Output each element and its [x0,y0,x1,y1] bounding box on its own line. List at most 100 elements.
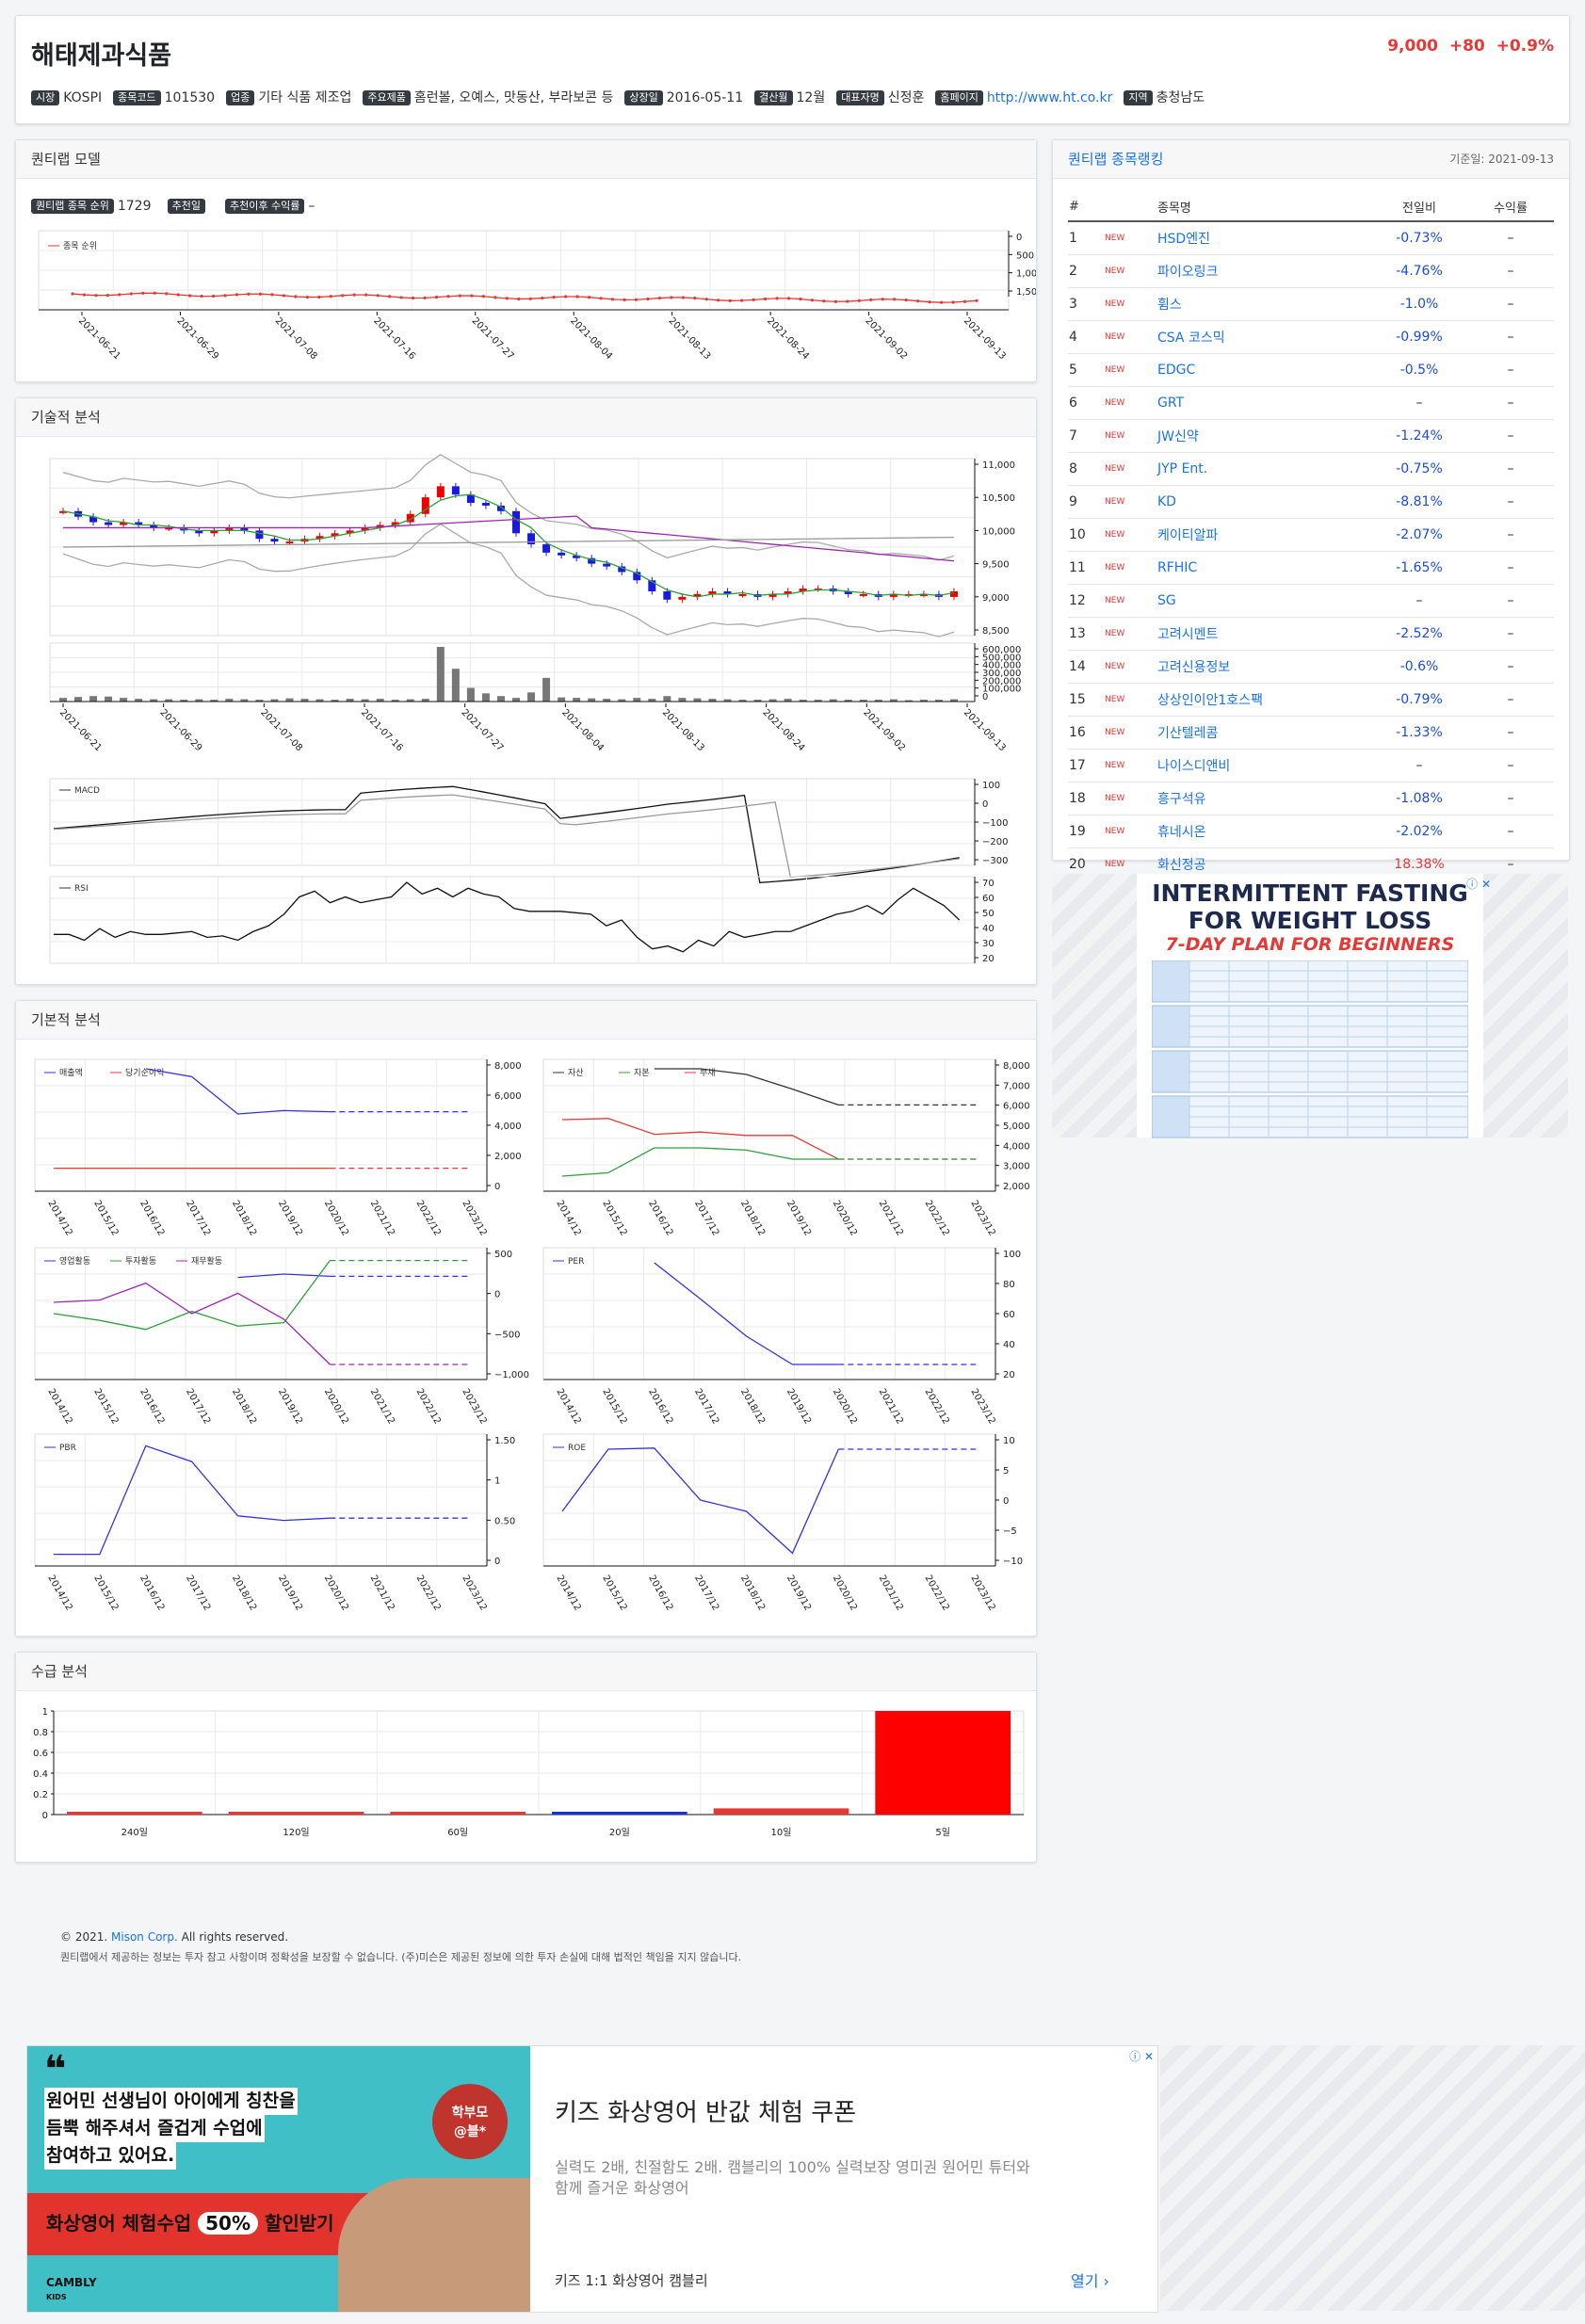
ranking-row[interactable]: 11 NEW RFHIC -1.65% – [1068,551,1554,585]
stock-link[interactable]: 고려시멘트 [1157,627,1218,642]
ad-desc-1: 실력도 2배, 친절함도 2배. 캠블리의 100% 실력보장 영미권 원어민 … [555,2158,1030,2176]
ranking-row[interactable]: 7 NEW JW신약 -1.24% – [1068,419,1554,453]
change-value: -8.81% [1371,485,1467,519]
ranking-row[interactable]: 16 NEW 기산텔레콤 -1.33% – [1068,716,1554,750]
rank-point [833,299,837,303]
rank-point [82,293,87,297]
stock-link[interactable]: 고려신용정보 [1157,660,1230,675]
stock-link[interactable]: EDGC [1157,363,1195,378]
change-value: -4.76% [1371,254,1467,288]
rank-line [72,292,978,303]
rank-point [305,295,309,299]
ad-headline[interactable]: 키즈 화상영어 반값 체험 쿠폰 [555,2093,856,2128]
stock-link[interactable]: 기산텔레콤 [1157,726,1218,741]
fund-year-label: 2022/12 [414,1387,443,1426]
stock-link[interactable]: 파이오링크 [1157,265,1218,280]
rank-point [728,299,732,302]
stock-name: 케이티알파 [1156,518,1371,552]
fund-0-ytick-label: 8,000 [494,1061,522,1072]
stock-link[interactable]: 휴네시온 [1157,825,1206,840]
ranking-row[interactable]: 2 NEW 파이오링크 -4.76% – [1068,254,1554,288]
stock-name: GRT [1156,386,1371,420]
ad-image-panel[interactable]: ❝ 원어민 선생님이 아이에게 칭찬을 듬뿍 해주셔서 즐겁게 수업에 참여하고… [27,2046,530,2312]
brand-sub: KIDS [46,2293,67,2301]
cta-text[interactable]: 화상영어 체험수업 50% 할인받기 [46,2208,334,2235]
fund-year-label: 2020/12 [322,1574,350,1612]
ranking-row[interactable]: 9 NEW KD -8.81% – [1068,485,1554,519]
rank-point [446,295,450,299]
bottom-ad-close-icon[interactable]: ⓘ ✕ [1129,2048,1154,2064]
rank-xtick-label: 2021-09-13 [962,315,1008,362]
rank-point [376,294,380,298]
ranking-title-link[interactable]: 퀀티랩 종목랭킹 [1068,151,1163,168]
stock-link[interactable]: CSA 코스믹 [1157,331,1225,346]
stock-link[interactable]: 화신정공 [1157,858,1206,873]
fund-year-label: 2016/12 [646,1574,674,1612]
stock-link[interactable]: HSD엔진 [1157,232,1210,247]
fund-3-ytick-label: 40 [1003,1340,1015,1350]
ranking-row[interactable]: 12 NEW SG – – [1068,584,1554,618]
stock-link[interactable]: JYP Ent. [1157,461,1207,476]
rank-point [247,292,251,296]
ad-close-icon[interactable]: ⓘ ✕ [1466,876,1491,892]
stock-link[interactable]: KD [1157,494,1176,509]
rank-point [434,296,439,299]
return-value: – [1467,485,1554,519]
supply-category-label: 120일 [283,1827,309,1838]
side-ad-inner[interactable]: INTERMITTENT FASTING FOR WEIGHT LOSS 7-D… [1137,874,1483,1138]
quote-line-2: 듬뿍 해주셔서 즐겁게 수업에 [44,2115,265,2142]
stock-link[interactable]: SG [1157,593,1176,608]
ad-title-2: FOR WEIGHT LOSS [1188,907,1432,934]
ad-table-agecell [1151,1005,1190,1048]
ranking-row[interactable]: 4 NEW CSA 코스믹 -0.99% – [1068,320,1554,354]
volume-ytick-label: 0 [982,692,988,702]
company-link[interactable]: Mison Corp. [111,1930,178,1944]
return-value: – [1467,518,1554,552]
stock-link[interactable]: GRT [1157,395,1184,411]
stock-header-card: 해태제과식품 9,000 +80 +0.9% 시장 KOSPI 종목코드 101530… [15,15,1570,124]
side-ad[interactable]: INTERMITTENT FASTING FOR WEIGHT LOSS 7-D… [1052,874,1568,1138]
tech-xtick-label: 2021-07-16 [359,707,405,753]
ranking-row[interactable]: 5 NEW EDGC -0.5% – [1068,353,1554,387]
rank-point [857,299,861,302]
ranking-row[interactable]: 3 NEW 휨스 -1.0% – [1068,287,1554,321]
fund-year-label: 2019/12 [784,1387,813,1426]
supply-bar [713,1808,849,1815]
info-label-8: 지역 [1124,90,1153,105]
ranking-row[interactable]: 19 NEW 휴네시온 -2.02% – [1068,815,1554,848]
bottom-ad[interactable]: ❝ 원어민 선생님이 아이에게 칭찬을 듬뿍 해주셔서 즐겁게 수업에 참여하고… [26,2045,1158,2313]
stock-link[interactable]: 케이티알파 [1157,528,1218,543]
ranking-row[interactable]: 14 NEW 고려신용정보 -0.6% – [1068,650,1554,684]
stock-name: JYP Ent. [1156,452,1371,486]
fund-year-label: 2021/12 [877,1387,905,1426]
new-badge: NEW [1104,287,1156,321]
fund-year-label: 2018/12 [230,1574,258,1612]
fund-legend-label: PBR [59,1444,76,1453]
fund-legend-label: 자산 [568,1068,584,1078]
stock-link[interactable]: 휨스 [1157,298,1182,313]
ranking-row[interactable]: 13 NEW 고려시멘트 -2.52% – [1068,617,1554,651]
stock-link[interactable]: JW신약 [1157,429,1199,444]
ad-desc-2: 함께 즐거운 화상영어 [555,2179,689,2197]
ranking-row[interactable]: 6 NEW GRT – – [1068,386,1554,420]
ranking-row[interactable]: 17 NEW 나이스디앤비 – – [1068,749,1554,783]
ad-open-button[interactable]: 열기 › [1071,2268,1109,2291]
ranking-row[interactable]: 1 NEW HSD엔진 -0.73% – [1068,221,1554,255]
stock-link[interactable]: 흥구석유 [1157,792,1206,807]
stock-link[interactable]: 상상인이안1호스팩 [1157,693,1263,708]
fund-year-label: 2021/12 [877,1199,905,1237]
rank-xtick-label: 2021-07-08 [273,315,319,362]
new-badge: NEW [1104,584,1156,618]
fund-3-ytick-label: 80 [1003,1280,1015,1290]
volume-bar [74,697,83,702]
ranking-row[interactable]: 15 NEW 상상인이안1호스팩 -0.79% – [1068,683,1554,717]
ranking-row[interactable]: 10 NEW 케이티알파 -2.07% – [1068,518,1554,552]
stock-name: SG [1156,584,1371,618]
ranking-row[interactable]: 18 NEW 흥구석유 -1.08% – [1068,782,1554,815]
info-value-7[interactable]: http://www.ht.co.kr [987,90,1113,105]
stock-link[interactable]: RFHIC [1157,560,1197,575]
ranking-row[interactable]: 8 NEW JYP Ent. -0.75% – [1068,452,1554,486]
stock-link[interactable]: 나이스디앤비 [1157,759,1230,774]
fund-5-ytick-label: 0 [1003,1496,1009,1507]
info-label-3: 주요제품 [363,90,411,105]
